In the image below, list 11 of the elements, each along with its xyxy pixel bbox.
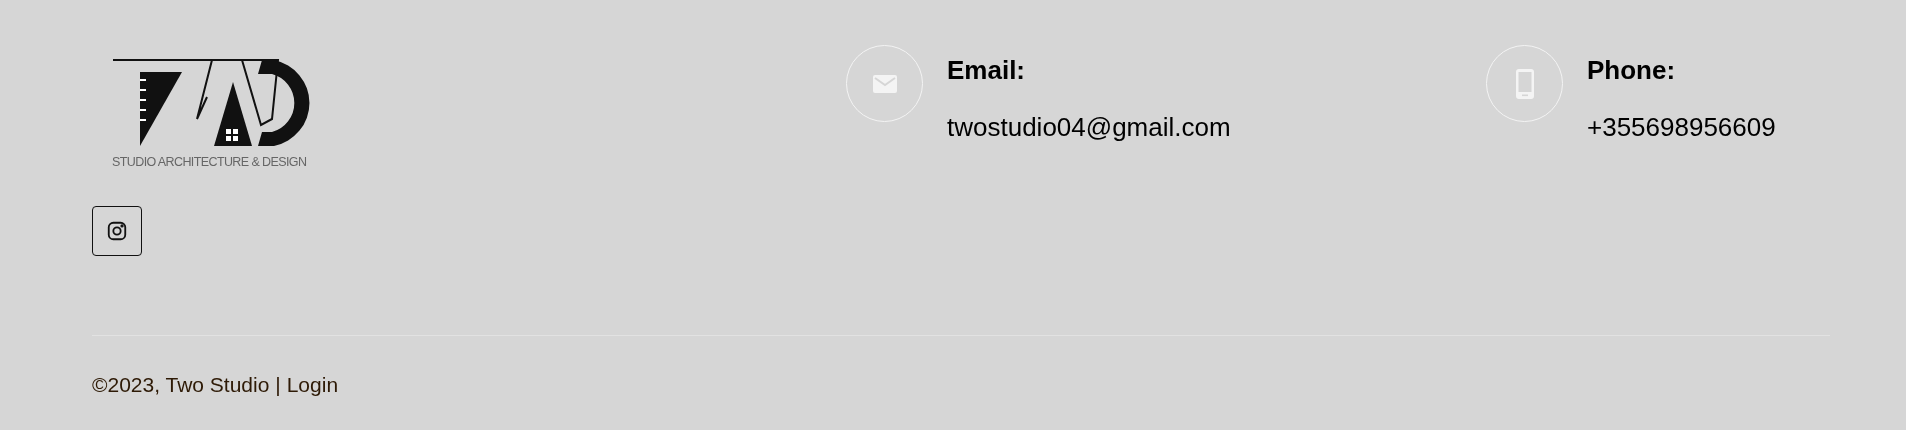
phone-icon [1514, 67, 1535, 100]
phone-link[interactable]: +355698956609 [1587, 112, 1776, 142]
contact-label: Email: [947, 55, 1027, 85]
copyright-text: ©2023, Two Studio | [92, 373, 281, 396]
instagram-icon [106, 219, 128, 242]
logo-tagline: STUDIO ARCHITECTURE & DESIGN [112, 154, 308, 171]
envelope-icon [871, 73, 898, 94]
instagram-button[interactable] [92, 205, 142, 256]
contact-label: Phone: [1587, 55, 1677, 85]
login-link[interactable]: Login [286, 373, 339, 396]
email-link[interactable]: twostudio04@gmail.com [947, 112, 1231, 142]
